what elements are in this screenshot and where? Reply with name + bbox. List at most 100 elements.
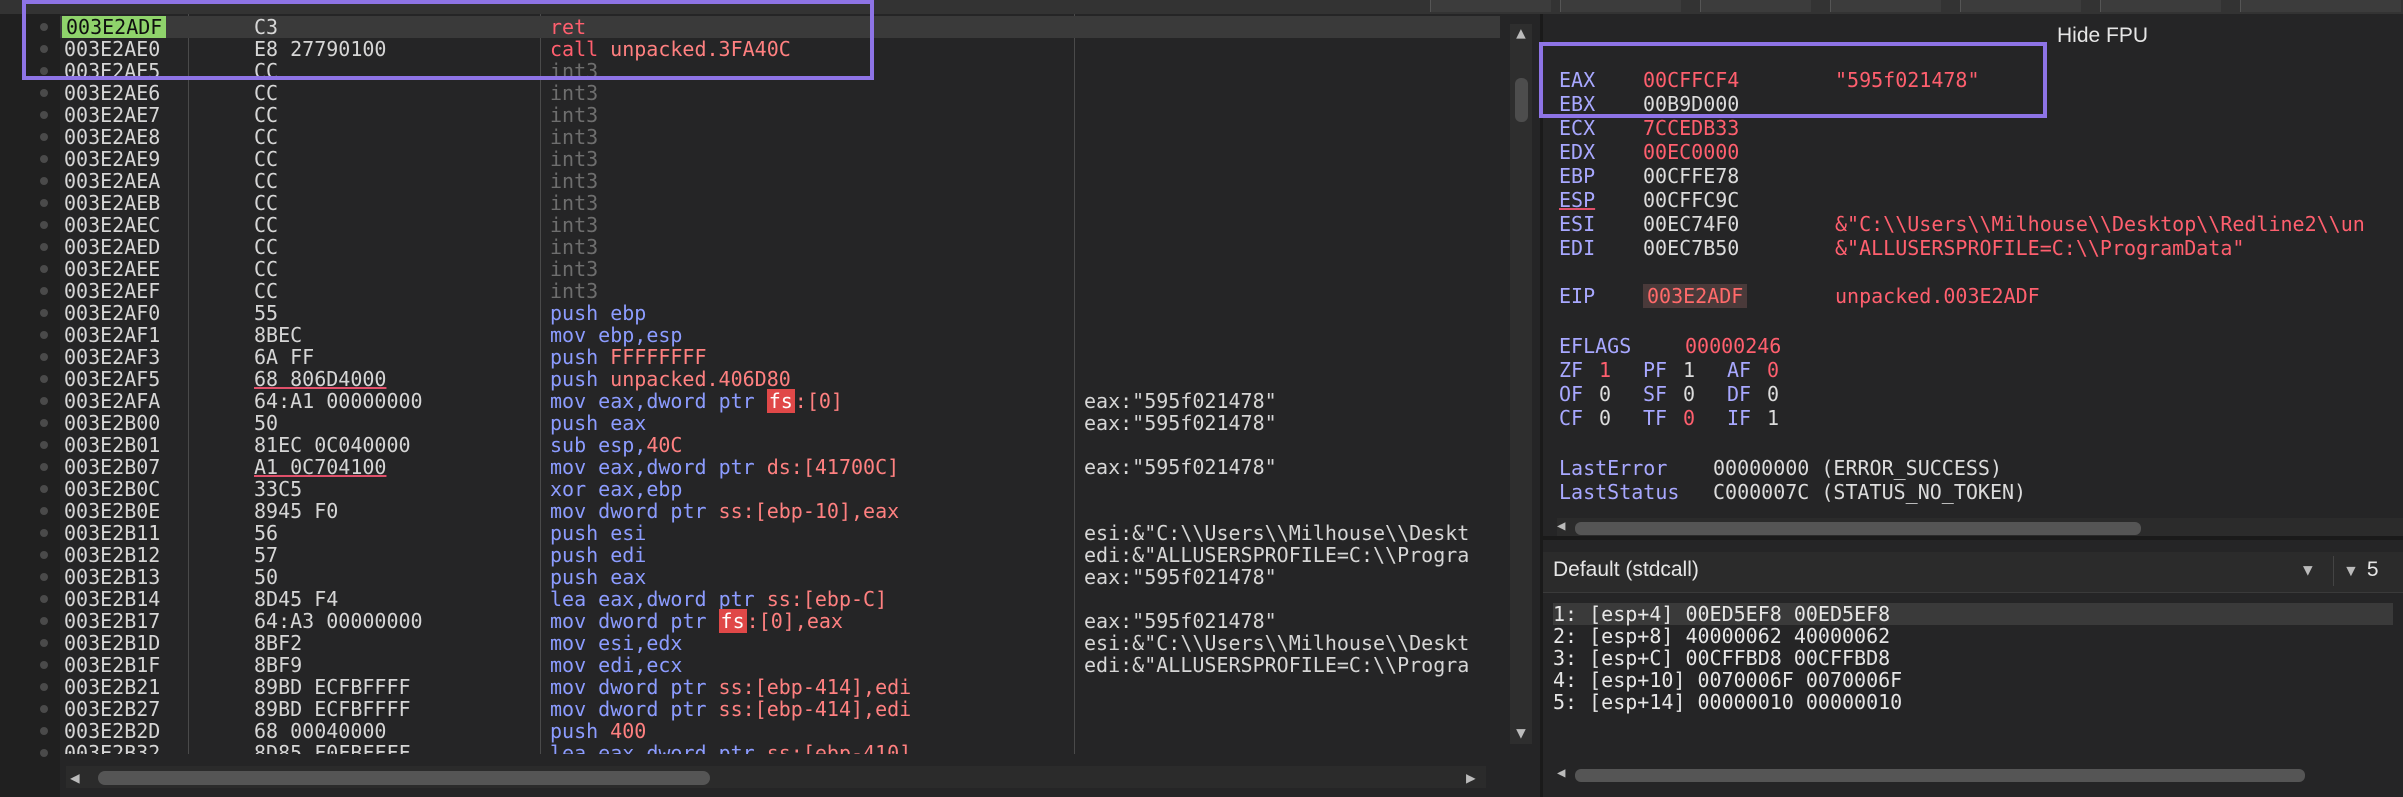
instruction-text[interactable]: mov dword ptr fs:[0],eax [550, 609, 843, 633]
disasm-row[interactable]: 003E2B11 56 push esi esi:&"C:\\Users\\Milho… [60, 522, 1500, 544]
disasm-row[interactable]: 003E2B32 8D85 F0FBFFFF lea eax,dword ptr ss… [60, 742, 1500, 754]
argument-count-spinner[interactable]: ▼ 5 [2343, 558, 2379, 582]
breakpoint-dot-icon[interactable] [40, 441, 48, 449]
breakpoint-dot-icon[interactable] [40, 529, 48, 537]
instruction-text[interactable]: int3 [550, 236, 598, 258]
breakpoint-dot-icon[interactable] [40, 463, 48, 471]
disasm-row[interactable]: 003E2B14 8D45 F4 lea eax,dword ptr ss:[ebp-… [60, 588, 1500, 610]
calling-convention-select[interactable]: Default (stdcall) [1553, 558, 1699, 582]
instruction-address[interactable]: 003E2B13 [64, 566, 160, 588]
instruction-text[interactable]: push eax [550, 412, 646, 434]
scroll-thumb[interactable] [1515, 78, 1528, 122]
instruction-text[interactable]: xor eax,ebp [550, 478, 682, 500]
register-value[interactable]: 00EC0000 [1643, 140, 1739, 164]
scroll-left-icon[interactable]: ◀ [1557, 765, 1565, 781]
instruction-text[interactable]: mov ebp,esp [550, 324, 682, 346]
breakpoint-dot-icon[interactable] [40, 199, 48, 207]
instruction-address[interactable]: 003E2AF3 [64, 346, 160, 368]
instruction-address[interactable]: 003E2B1D [64, 632, 160, 654]
disasm-row[interactable]: 003E2AED CC int3 [60, 236, 1500, 258]
instruction-address[interactable]: 003E2AE9 [64, 148, 160, 170]
instruction-address[interactable]: 003E2B2D [64, 720, 160, 742]
instruction-address[interactable]: 003E2B27 [64, 698, 160, 720]
instruction-address[interactable]: 003E2AEB [64, 192, 160, 214]
breakpoint-dot-icon[interactable] [40, 639, 48, 647]
breakpoint-dot-icon[interactable] [40, 507, 48, 515]
disasm-row[interactable]: 003E2AEF CC int3 [60, 280, 1500, 302]
scroll-down-icon[interactable]: ▼ [1512, 724, 1530, 742]
breakpoint-dot-icon[interactable] [40, 155, 48, 163]
registers-pane[interactable]: Hide FPU EAX 00CFFCF4 "595f021478" EBX 0… [1539, 14, 2403, 538]
arguments-horizontal-scrollbar[interactable]: ◀ [1557, 765, 2403, 785]
chevron-down-icon[interactable]: ▼ [2303, 560, 2313, 579]
breakpoint-dot-icon[interactable] [40, 683, 48, 691]
argument-line[interactable]: 3: [esp+C] 00CFFBD8 00CFFBD8 [1553, 647, 1890, 669]
instruction-address[interactable]: 003E2B32 [64, 742, 160, 754]
instruction-text[interactable]: push 400 [550, 720, 646, 742]
register-value[interactable]: 003E2ADF [1643, 284, 1748, 308]
disasm-row[interactable]: 003E2B1F 8BF9 mov edi,ecx edi:&"ALLUSERSPRO… [60, 654, 1500, 676]
instruction-text[interactable]: push FFFFFFFF [550, 346, 707, 368]
scroll-up-icon[interactable]: ▲ [1512, 24, 1530, 42]
chevron-down-icon[interactable]: ▼ [2343, 563, 2359, 580]
breakpoint-dot-icon[interactable] [40, 573, 48, 581]
instruction-address[interactable]: 003E2B07 [64, 456, 160, 478]
instruction-address[interactable]: 003E2B00 [64, 412, 160, 434]
instruction-address[interactable]: 003E2B0E [64, 500, 160, 522]
instruction-text[interactable]: int3 [550, 104, 598, 126]
breakpoint-dot-icon[interactable] [40, 331, 48, 339]
instruction-address[interactable]: 003E2B14 [64, 588, 160, 610]
instruction-text[interactable]: mov edi,ecx [550, 654, 682, 676]
instruction-text[interactable]: mov dword ptr ss:[ebp-414],edi [550, 676, 911, 698]
scroll-left-icon[interactable]: ◀ [1557, 518, 1565, 534]
register-value[interactable]: 7CCEDB33 [1643, 116, 1739, 140]
flag-pf-value[interactable]: 1 [1683, 358, 1695, 382]
disasm-row[interactable]: 003E2B2D 68 00040000 push 400 [60, 720, 1500, 742]
toolbar-tab[interactable] [1430, 0, 1551, 12]
disasm-row[interactable]: 003E2AE6 CC int3 [60, 82, 1500, 104]
scroll-left-icon[interactable]: ◀ [70, 768, 80, 787]
flag-zf-value[interactable]: 1 [1599, 358, 1611, 382]
disasm-row[interactable]: 003E2AFA 64:A1 00000000 mov eax,dword ptr f… [60, 389, 1500, 413]
disasm-row[interactable]: 003E2AEB CC int3 [60, 192, 1500, 214]
instruction-text[interactable]: mov esi,edx [550, 632, 682, 654]
toolbar-tab[interactable] [1830, 0, 1941, 12]
instruction-address[interactable]: 003E2AF1 [64, 324, 160, 346]
toolbar-tab[interactable] [1960, 0, 2081, 12]
breakpoint-dot-icon[interactable] [40, 309, 48, 317]
instruction-text[interactable]: mov eax,dword ptr ds:[41700C] [550, 456, 899, 478]
instruction-text[interactable]: push eax [550, 566, 646, 588]
instruction-text[interactable]: int3 [550, 170, 598, 192]
registers-horizontal-scrollbar[interactable]: ◀ [1557, 518, 2403, 538]
instruction-text[interactable]: mov eax,dword ptr fs:[0] [550, 389, 843, 413]
disasm-row[interactable]: 003E2AE9 CC int3 [60, 148, 1500, 170]
breakpoint-dot-icon[interactable] [40, 89, 48, 97]
disasm-row[interactable]: 003E2AF1 8BEC mov ebp,esp [60, 324, 1500, 346]
toolbar-tab[interactable] [2100, 0, 2221, 12]
instruction-address[interactable]: 003E2AF5 [64, 368, 160, 390]
flag-cf-value[interactable]: 0 [1599, 406, 1611, 430]
flag-df-value[interactable]: 0 [1767, 382, 1779, 406]
breakpoint-dot-icon[interactable] [40, 617, 48, 625]
disasm-row[interactable]: 003E2B01 81EC 0C040000 sub esp,40C [60, 434, 1500, 456]
disasm-row[interactable]: 003E2AEA CC int3 [60, 170, 1500, 192]
disasm-row[interactable]: 003E2AE8 CC int3 [60, 126, 1500, 148]
toolbar-tab[interactable] [1700, 0, 1811, 12]
arguments-pane[interactable]: Default (stdcall) ▼ ▼ 5 1: [esp+4] 00ED5E… [1543, 540, 2403, 797]
instruction-text[interactable]: int3 [550, 192, 598, 214]
instruction-text[interactable]: mov dword ptr ss:[ebp-414],edi [550, 698, 911, 720]
instruction-address[interactable]: 003E2B01 [64, 434, 160, 456]
register-value[interactable]: 00EC74F0 [1643, 212, 1739, 236]
register-value[interactable]: 00CFFE78 [1643, 164, 1739, 188]
disasm-row[interactable]: 003E2B12 57 push edi edi:&"ALLUSERSPROFILE=… [60, 544, 1500, 566]
instruction-address[interactable]: 003E2AFA [64, 390, 160, 412]
breakpoint-dot-icon[interactable] [40, 485, 48, 493]
argument-line[interactable]: 2: [esp+8] 40000062 40000062 [1553, 625, 1890, 647]
flag-if-value[interactable]: 1 [1767, 406, 1779, 430]
breakpoint-dot-icon[interactable] [40, 727, 48, 735]
breakpoint-dot-icon[interactable] [40, 705, 48, 713]
instruction-text[interactable]: lea eax,dword ptr ss:[ebp-C] [550, 588, 887, 610]
breakpoint-dot-icon[interactable] [40, 265, 48, 273]
disasm-row[interactable]: 003E2B0E 8945 F0 mov dword ptr ss:[ebp-10],… [60, 500, 1500, 522]
hide-fpu-button[interactable]: Hide FPU [2057, 24, 2148, 48]
